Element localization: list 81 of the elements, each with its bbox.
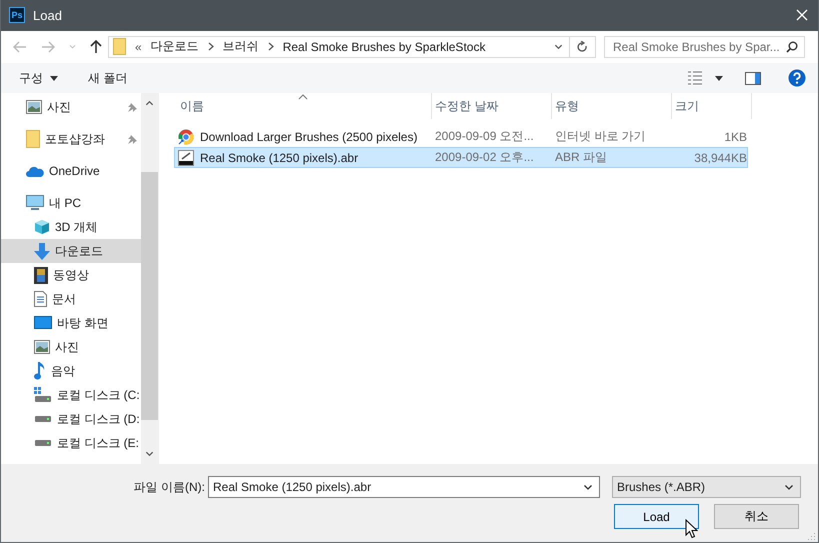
drive-icon <box>34 387 52 404</box>
view-options-button[interactable] <box>687 71 723 86</box>
new-folder-button[interactable]: 새 폴더 <box>88 70 128 87</box>
search-icon <box>786 40 798 53</box>
nav-pane-item[interactable]: 바탕 화면 <box>1 311 141 336</box>
breadcrumb[interactable]: Real Smoke Brushes by SparkleStock <box>282 40 486 54</box>
file-name-label: 파일 이름(N): <box>134 478 205 496</box>
cancel-button[interactable]: 취소 <box>714 504 799 530</box>
scrollbar-thumb[interactable] <box>141 172 158 420</box>
resize-grip-icon[interactable] <box>808 532 816 540</box>
cube-icon <box>34 219 50 236</box>
search-field[interactable]: Real Smoke Brushes by Spar... <box>604 36 805 58</box>
refresh-button[interactable] <box>570 36 596 58</box>
caret-icon <box>715 76 723 81</box>
chevron-down-icon <box>784 482 794 492</box>
file-type-dropdown[interactable]: Brushes (*.ABR) <box>612 476 801 498</box>
folder-icon <box>113 38 126 56</box>
nav-pane-item[interactable]: 로컬 디스크 (C: <box>1 383 141 408</box>
column-header[interactable]: 이름 <box>177 93 432 120</box>
desktop-icon <box>34 316 52 330</box>
refresh-icon <box>577 40 588 53</box>
close-icon[interactable] <box>796 9 808 22</box>
chevron-right-icon <box>268 42 274 52</box>
preview-pane-icon[interactable] <box>745 72 761 85</box>
window-title: Load <box>33 8 63 23</box>
scrollbar[interactable] <box>141 93 158 464</box>
file-row[interactable]: Download Larger Brushes (2500 pixeles) 2009-09-09 오전... 인터넷 바로 가기 1KB <box>174 126 748 148</box>
breadcrumb[interactable]: 다운로드 <box>150 38 199 56</box>
brush-file-icon <box>178 150 194 166</box>
date-modified: 2009-09-09 오전... <box>435 128 534 146</box>
nav-pane-item[interactable]: 음악 <box>1 359 141 384</box>
picture-icon <box>26 100 42 114</box>
chevron-down-icon <box>554 42 563 52</box>
folder-icon <box>26 130 40 148</box>
app-logo: Ps <box>9 7 25 24</box>
nav-pane-item[interactable]: 3D 개체 <box>1 215 141 240</box>
nav-pane-item[interactable]: OneDrive <box>1 159 141 184</box>
document-icon <box>34 291 47 308</box>
file-name: Real Smoke (1250 pixels).abr <box>200 150 358 165</box>
monitor-icon <box>26 195 44 212</box>
drive-icon <box>34 439 52 448</box>
nav-pane-item[interactable]: 포토샵강좌 <box>1 127 141 152</box>
details-view-icon <box>687 71 703 86</box>
shortcut-icon <box>178 128 194 145</box>
column-header[interactable]: 유형 <box>552 93 672 120</box>
film-icon <box>34 266 48 284</box>
overflow-marker[interactable]: « <box>135 40 142 54</box>
load-button[interactable]: Load <box>614 504 699 530</box>
help-icon[interactable] <box>788 69 806 88</box>
music-note-icon <box>34 362 46 380</box>
drive-icon <box>34 415 52 424</box>
organize-menu[interactable]: 구성 <box>19 70 58 87</box>
picture-icon <box>34 340 50 354</box>
file-name: Download Larger Brushes (2500 pixeles) <box>200 130 418 144</box>
file-name-field[interactable]: Real Smoke (1250 pixels).abr <box>208 476 600 498</box>
date-modified: 2009-09-02 오후... <box>435 149 534 166</box>
up-arrow-icon[interactable] <box>90 40 102 54</box>
nav-pane-item[interactable]: 사진 <box>1 95 141 120</box>
scroll-down-icon <box>145 449 154 458</box>
nav-pane-item[interactable]: 동영상 <box>1 263 141 288</box>
column-header[interactable]: 수정한 날짜 <box>432 93 552 120</box>
file-size: 1KB <box>724 130 747 144</box>
caret-icon <box>50 76 58 81</box>
chevron-down-icon <box>583 482 593 492</box>
nav-pane-item[interactable]: 로컬 디스크 (D: <box>1 407 141 432</box>
address-bar[interactable]: « 다운로드 브러쉬 Real Smoke Brushes by SparkleStock <box>108 36 570 58</box>
file-size: 38,944KB <box>694 150 747 165</box>
cloud-icon <box>26 166 44 177</box>
nav-pane-item[interactable]: 사진 <box>1 335 141 360</box>
nav-pane-item[interactable]: 로컬 디스크 (E: <box>1 431 141 456</box>
column-header[interactable]: 크기 <box>672 93 752 120</box>
mouse-cursor-icon <box>685 519 698 540</box>
chevron-right-icon <box>208 42 214 52</box>
nav-pane-item[interactable]: 문서 <box>1 287 141 312</box>
breadcrumb[interactable]: 브러쉬 <box>222 38 259 56</box>
file-type: ABR 파일 <box>555 149 608 166</box>
file-row[interactable]: Real Smoke (1250 pixels).abr 2009-09-02 오후... ABR 파일 38,944KB <box>174 147 748 168</box>
nav-pane-item[interactable]: 다운로드 <box>1 239 141 264</box>
nav-pane-item[interactable]: 내 PC <box>1 191 141 216</box>
file-type: 인터넷 바로 가기 <box>555 128 646 146</box>
down-arrow-icon <box>34 242 50 260</box>
